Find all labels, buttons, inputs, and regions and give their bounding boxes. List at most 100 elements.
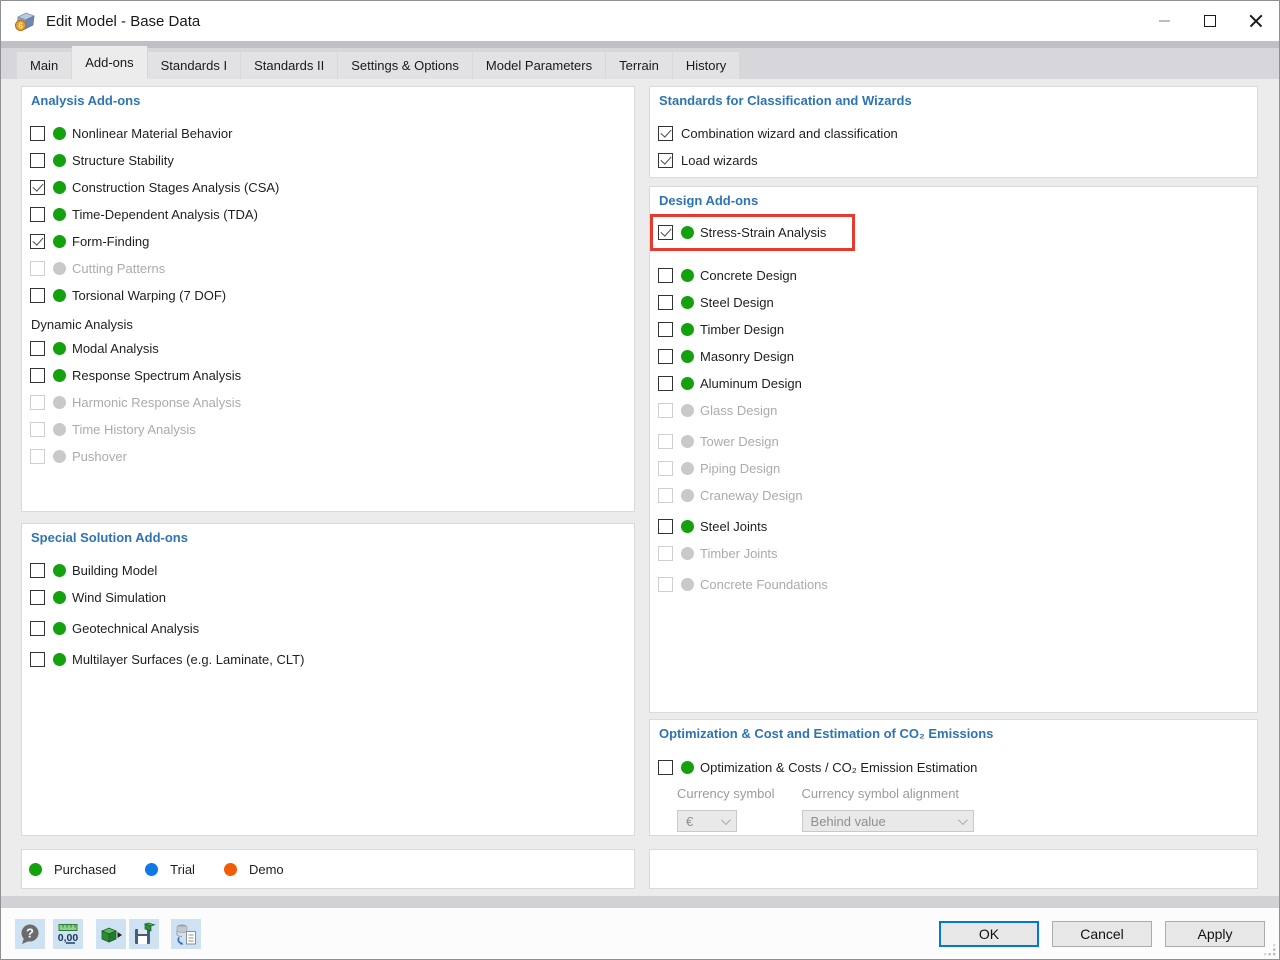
addon-row: Load wizards (658, 152, 1249, 168)
tab[interactable]: Standards II (241, 52, 338, 79)
addon-row: Building Model (30, 562, 626, 578)
addon-label: Response Spectrum Analysis (72, 367, 242, 383)
addon-checkbox[interactable] (658, 294, 673, 310)
maximize-button[interactable] (1187, 1, 1233, 41)
addon-checkbox[interactable] (30, 620, 45, 636)
addon-label: Torsional Warping (7 DOF) (72, 287, 227, 303)
import-export-button[interactable] (171, 918, 201, 949)
license-status-dot (53, 395, 66, 409)
addon-checkbox[interactable] (658, 225, 673, 240)
help-button[interactable]: ? (15, 918, 45, 949)
license-status-dot (681, 546, 694, 560)
currency-symbol-select: € (677, 810, 737, 832)
help-icon: ? (21, 924, 39, 944)
addon-checkbox[interactable] (30, 179, 45, 195)
addon-label: Load wizards (681, 152, 758, 168)
addon-checkbox (658, 545, 673, 561)
apply-button[interactable]: Apply (1165, 920, 1265, 947)
addon-checkbox[interactable] (658, 267, 673, 283)
addon-label: Concrete Foundations (700, 576, 828, 592)
tab[interactable]: Main (17, 52, 72, 79)
license-status-dot (53, 288, 66, 302)
addon-checkbox[interactable] (658, 518, 673, 534)
tab[interactable]: History (672, 52, 740, 79)
addon-checkbox (658, 487, 673, 503)
tab[interactable]: Settings & Options (338, 52, 472, 79)
addon-row: Time-Dependent Analysis (TDA) (30, 206, 626, 222)
addon-checkbox[interactable] (658, 152, 673, 168)
app-icon: 6 (15, 12, 35, 31)
design-addons-list: Stress-Strain Analysis Concrete Design S… (650, 214, 1249, 592)
addon-label: Combination wizard and classification (681, 125, 898, 141)
addon-checkbox[interactable] (30, 233, 45, 249)
addon-checkbox[interactable] (30, 152, 45, 168)
addon-checkbox[interactable] (658, 375, 673, 391)
license-status-dot (681, 322, 694, 336)
license-legend: Purchased Trial Demo (22, 850, 634, 888)
addon-checkbox[interactable] (30, 589, 45, 605)
window-bottom-strip (1, 896, 1279, 907)
license-status-dot (681, 295, 694, 309)
license-status-dot (681, 268, 694, 282)
addon-row: Stress-Strain Analysis (650, 214, 856, 251)
close-button[interactable] (1233, 1, 1279, 41)
units-button[interactable]: 0,00 (53, 918, 83, 949)
addon-row: Glass Design (658, 402, 1249, 418)
addon-checkbox (658, 576, 673, 592)
addon-row: Pushover (30, 448, 626, 464)
addon-checkbox[interactable] (658, 125, 673, 141)
addon-row: Craneway Design (658, 487, 1249, 503)
svg-text:?: ? (26, 925, 34, 940)
tab[interactable]: Terrain (606, 52, 672, 79)
tab[interactable]: Model Parameters (472, 52, 606, 79)
addon-row: Wind Simulation (30, 589, 626, 605)
close-icon (1249, 14, 1263, 28)
license-status-dot (53, 207, 66, 221)
addon-row: Modal Analysis (30, 340, 626, 356)
save-as-template-button[interactable] (129, 918, 159, 949)
resize-grip[interactable] (1264, 944, 1276, 956)
currency-symbol-label: Currency symbol (677, 786, 775, 801)
minimize-icon (1158, 20, 1170, 22)
legend-item: Purchased (29, 862, 116, 877)
edit-model-dialog: 6 Edit Model - Base Data Main Add-ons Stan… (0, 0, 1280, 960)
addon-checkbox[interactable] (658, 759, 673, 775)
addon-label: Masonry Design (700, 348, 794, 364)
addon-checkbox[interactable] (30, 340, 45, 356)
addon-label: Building Model (72, 562, 158, 578)
addon-checkbox[interactable] (658, 348, 673, 364)
license-status-dot (681, 760, 694, 774)
legend-dot (145, 862, 159, 876)
addon-row: Construction Stages Analysis (CSA) (30, 179, 626, 195)
addon-checkbox[interactable] (30, 651, 45, 667)
tab[interactable]: Add-ons (72, 46, 147, 79)
apply-template-button[interactable] (96, 918, 126, 949)
save-as-template-icon (135, 922, 156, 944)
license-status-dot (53, 126, 66, 140)
addon-checkbox (30, 260, 45, 276)
addon-row: Torsional Warping (7 DOF) (30, 287, 626, 303)
addon-checkbox[interactable] (658, 321, 673, 337)
addon-checkbox[interactable] (30, 125, 45, 141)
license-status-dot (681, 488, 694, 502)
license-status-dot (681, 376, 694, 390)
dynamic-analysis-subtitle: Dynamic Analysis (31, 317, 133, 332)
tab[interactable]: Standards I (147, 52, 241, 79)
addon-row: Steel Design (658, 294, 1249, 310)
standards-title: Standards for Classification and Wizards (659, 93, 912, 108)
addon-checkbox[interactable] (30, 562, 45, 578)
addon-label: Tower Design (700, 433, 779, 449)
currency-alignment-select: Behind value (801, 810, 974, 832)
currency-symbol-field: Currency symbol € (677, 786, 775, 832)
addon-label: Time History Analysis (72, 421, 196, 437)
addon-row: Optimization & Costs / CO₂ Emission Esti… (658, 759, 1249, 775)
license-status-dot (681, 461, 694, 475)
addon-checkbox[interactable] (30, 367, 45, 383)
addon-checkbox[interactable] (30, 206, 45, 222)
cancel-button[interactable]: Cancel (1052, 920, 1152, 947)
minimize-button[interactable] (1141, 1, 1187, 41)
addon-checkbox[interactable] (30, 287, 45, 303)
ok-button[interactable]: OK (939, 920, 1039, 947)
optimization-title: Optimization & Cost and Estimation of CO… (659, 726, 994, 741)
currency-alignment-label: Currency symbol alignment (801, 786, 960, 801)
